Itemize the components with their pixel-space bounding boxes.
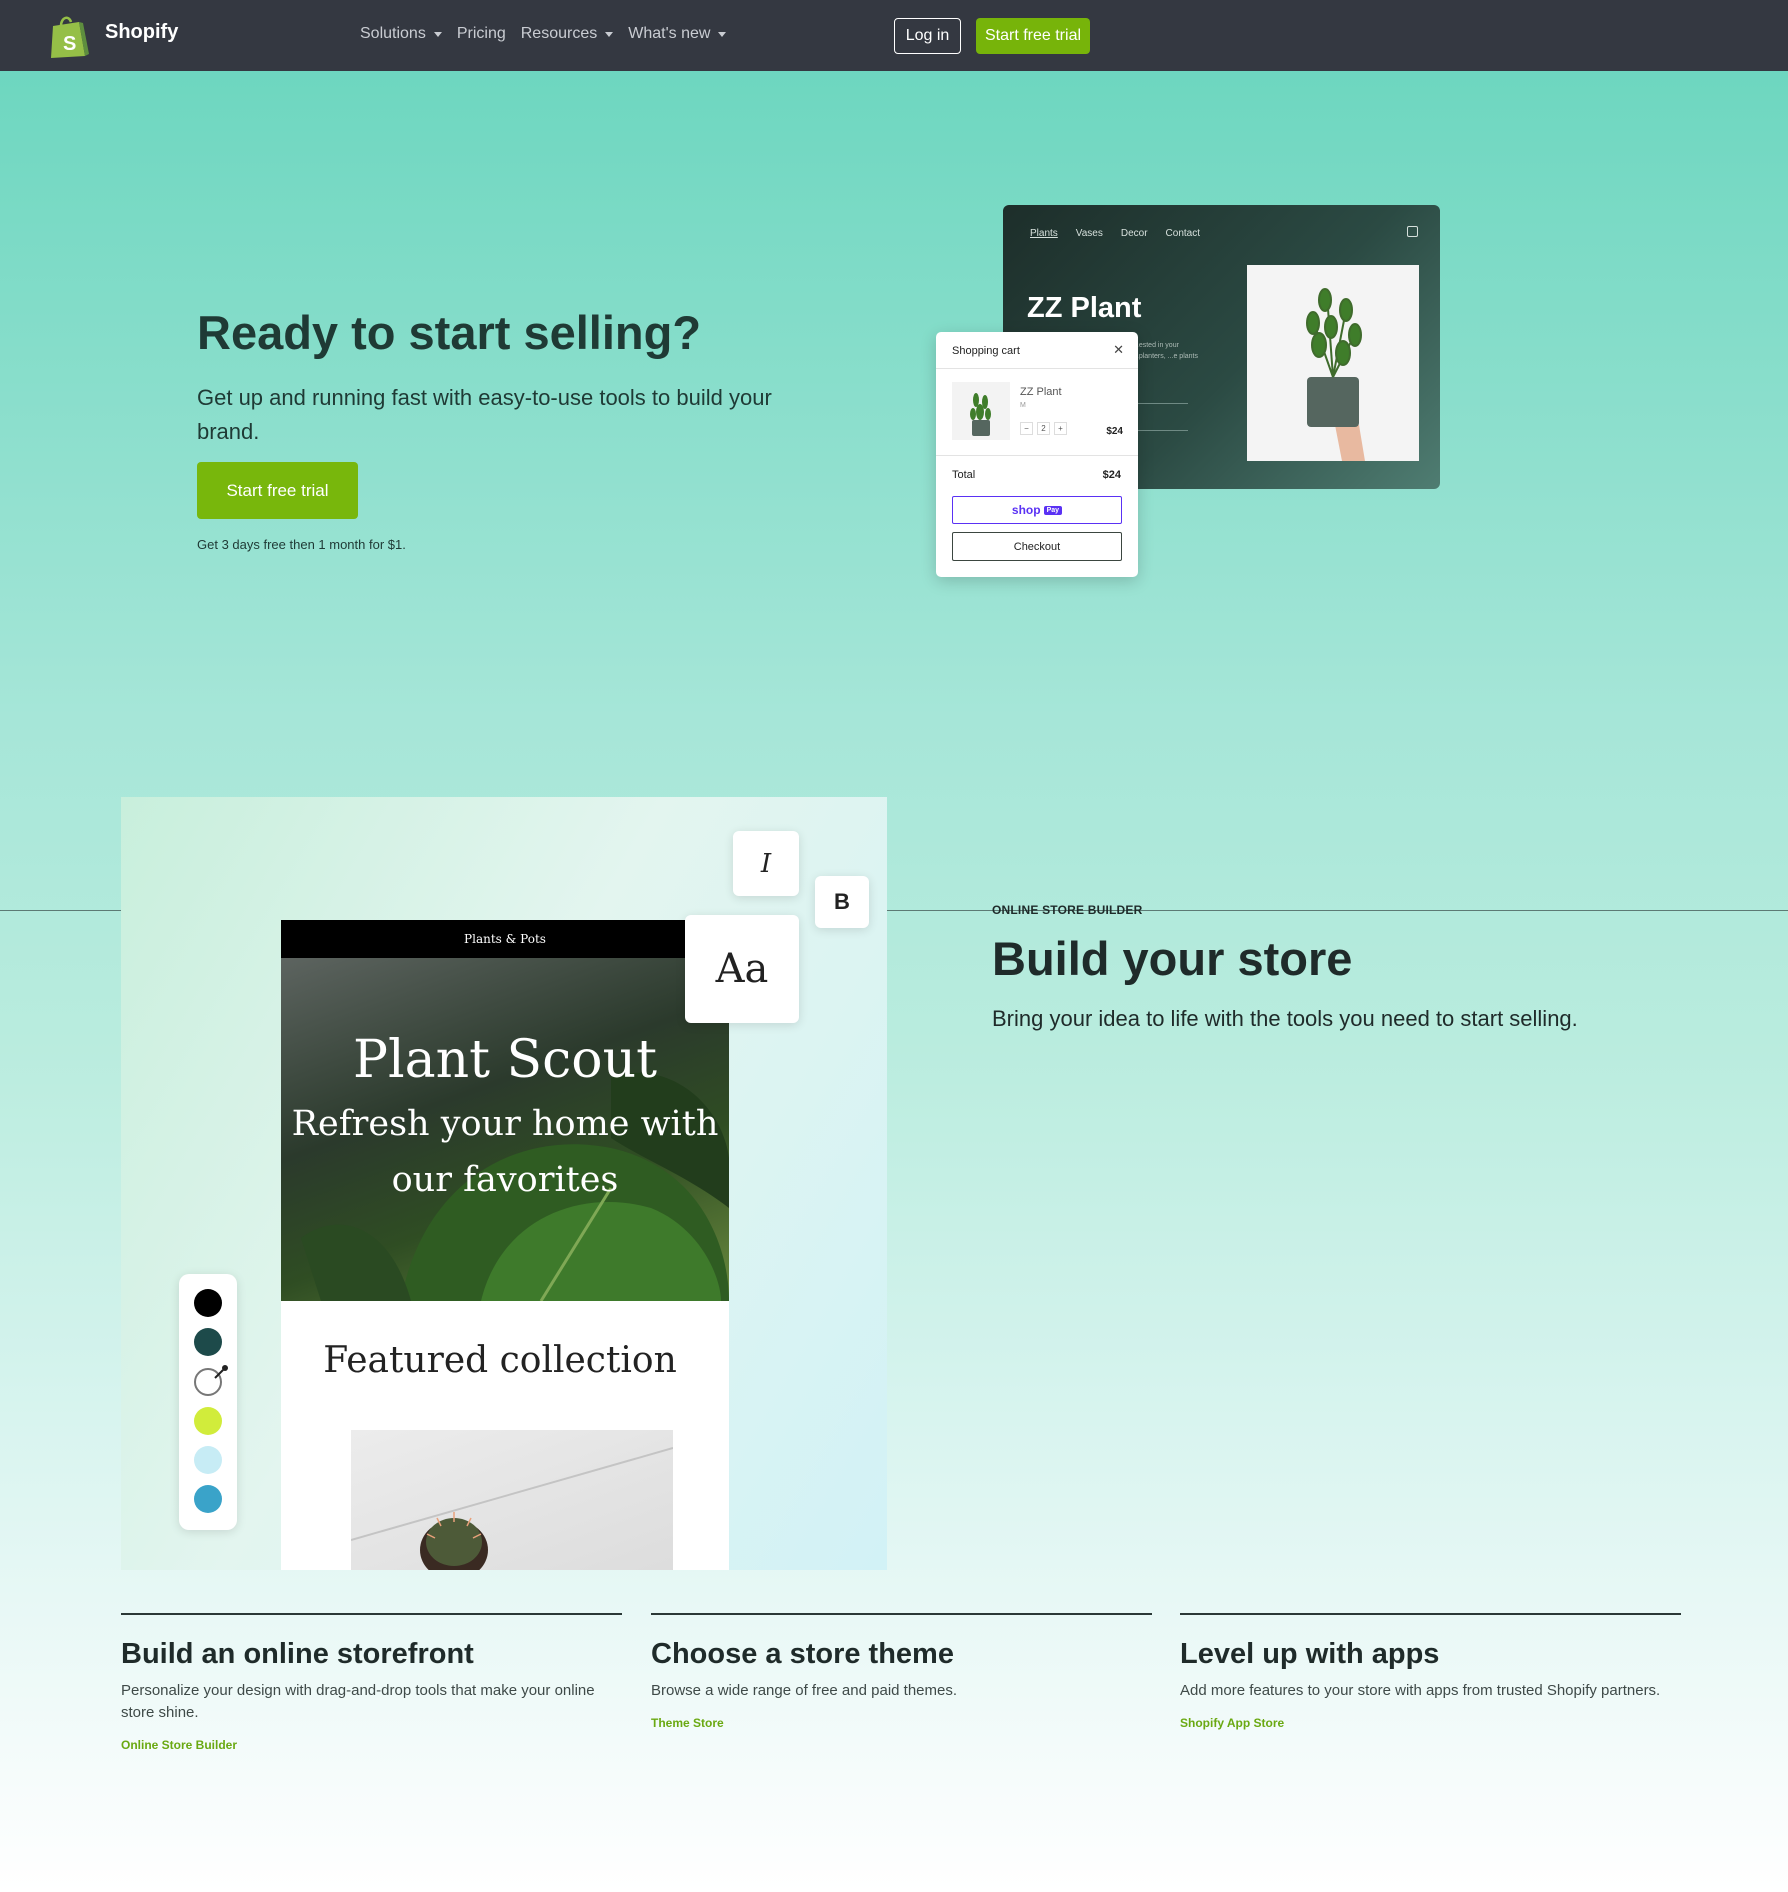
font-tool-button[interactable]: Aa [685, 915, 799, 1023]
cart-total-label: Total [952, 469, 976, 481]
divider [936, 455, 1138, 456]
section-eyebrow: ONLINE STORE BUILDER [992, 903, 1143, 917]
nav-pricing-label: Pricing [456, 25, 506, 42]
color-swatch-blue[interactable] [194, 1485, 222, 1513]
store-nav-vases: Vases [1075, 228, 1103, 239]
divider [1180, 1613, 1681, 1615]
color-swatch-lime[interactable] [194, 1407, 222, 1435]
italic-tool-button[interactable]: I [733, 831, 799, 896]
shop-pay-badge: Pay [1043, 505, 1063, 515]
increase-button[interactable]: + [1054, 422, 1067, 435]
bold-tool-button[interactable]: B [815, 876, 869, 928]
quantity-value[interactable]: 2 [1037, 422, 1050, 435]
theme-preview: Plants & Pots Plant Scout Refresh your h… [281, 920, 729, 1570]
eyedropper-icon [214, 1365, 228, 1379]
theme-store-link[interactable]: Theme Store [651, 1716, 1152, 1730]
featured-collection-heading: Featured collection [323, 1340, 677, 1381]
feature-title: Level up with apps [1180, 1638, 1440, 1670]
app-store-link[interactable]: Shopify App Store [1180, 1716, 1681, 1730]
color-swatch-light-blue[interactable] [194, 1446, 222, 1474]
section-title: Build your store [992, 932, 1353, 985]
chevron-down-icon [605, 31, 614, 37]
store-nav-contact: Contact [1165, 228, 1201, 239]
svg-text:S: S [63, 33, 76, 55]
shopping-bag-icon [1407, 226, 1418, 237]
store-preview-title: ZZ Plant [1027, 292, 1142, 324]
divider [651, 1613, 1152, 1615]
chevron-down-icon [718, 31, 727, 37]
cactus-image [350, 1447, 674, 1570]
nav-whats-new[interactable]: What's new [628, 25, 727, 43]
theme-tagline: Refresh your home with our favorites [291, 1104, 719, 1200]
chevron-down-icon [433, 31, 442, 37]
cart-title: Shopping cart [952, 345, 1020, 357]
top-navigation: S Shopify Solutions Pricing Resources Wh… [0, 0, 1788, 71]
store-preview-text: ...ested in your ...planters, ...e plant… [1133, 342, 1198, 360]
store-nav-plants: Plants [1030, 228, 1058, 239]
feature-description: Browse a wide range of free and paid the… [651, 1682, 958, 1699]
plant-thumbnail-image [970, 393, 991, 436]
hero-start-trial-button[interactable]: Start free trial [197, 462, 358, 519]
feature-title: Build an online storefront [121, 1638, 474, 1670]
cart-item-size: M [1020, 402, 1026, 409]
close-icon[interactable]: ✕ [1113, 342, 1124, 358]
divider [936, 368, 1138, 369]
decrease-button[interactable]: − [1020, 422, 1033, 435]
checkout-button[interactable]: Checkout [952, 532, 1122, 561]
feature-description: Add more features to your store with app… [1180, 1682, 1661, 1699]
feature-title: Choose a store theme [651, 1638, 954, 1670]
feature-store-theme: Choose a store theme Browse a wide range… [651, 1613, 1152, 1730]
nav-resources[interactable]: Resources [520, 25, 614, 43]
color-swatch-black[interactable] [194, 1289, 222, 1317]
cactus-product-image [350, 1430, 674, 1570]
main-menu: Solutions Pricing Resources What's new [360, 25, 727, 43]
cart-item-name: ZZ Plant [1020, 386, 1062, 398]
divider [121, 1613, 622, 1615]
brand-name[interactable]: Shopify [105, 21, 178, 44]
feature-online-storefront: Build an online storefront Personalize y… [121, 1613, 622, 1752]
nav-start-trial-button[interactable]: Start free trial [976, 18, 1090, 54]
quantity-stepper: − 2 + [1020, 422, 1067, 435]
theme-hero-image: Plant Scout Refresh your home with our f… [281, 958, 729, 1301]
nav-pricing[interactable]: Pricing [457, 25, 506, 43]
shop-pay-label: shop [1011, 503, 1041, 517]
nav-solutions-label: Solutions [360, 25, 426, 42]
shopping-cart-panel: Shopping cart ✕ ZZ Plant M − 2 + $24 Tot… [936, 332, 1138, 577]
hero-title: Ready to start selling? [197, 306, 702, 359]
store-nav-decor: Decor [1120, 228, 1148, 239]
nav-whats-new-label: What's new [628, 25, 711, 42]
theme-title: Plant Scout [353, 1030, 657, 1090]
theme-header: Plants & Pots [281, 920, 729, 958]
feature-apps: Level up with apps Add more features to … [1180, 1613, 1681, 1730]
feature-description: Personalize your design with drag-and-dr… [121, 1682, 595, 1721]
cart-item-thumbnail [952, 382, 1010, 440]
zz-plant-image [1306, 288, 1365, 461]
online-store-builder-link[interactable]: Online Store Builder [121, 1738, 622, 1752]
color-palette [179, 1274, 237, 1530]
shopify-logo-icon[interactable]: S [45, 12, 93, 60]
section-subtitle: Bring your idea to life with the tools y… [992, 1006, 1578, 1031]
cart-total-value: $24 [1102, 469, 1121, 481]
plant-photo [1247, 265, 1419, 461]
divider [1133, 403, 1188, 404]
nav-resources-label: Resources [520, 25, 598, 42]
divider [1133, 430, 1188, 431]
nav-solutions[interactable]: Solutions [360, 25, 442, 43]
hero-subtitle: Get up and running fast with easy-to-use… [197, 385, 772, 444]
login-button[interactable]: Log in [894, 18, 961, 54]
trial-note: Get 3 days free then 1 month for $1. [197, 537, 406, 552]
color-swatch-dark-teal[interactable] [194, 1328, 222, 1356]
store-builder-illustration: Plants & Pots Plant Scout Refresh your h… [121, 797, 887, 1570]
shop-pay-button[interactable]: shop Pay [952, 496, 1122, 524]
store-preview-nav: Plants Vases Decor Contact [1030, 228, 1200, 239]
cart-item-price: $24 [1106, 426, 1123, 437]
